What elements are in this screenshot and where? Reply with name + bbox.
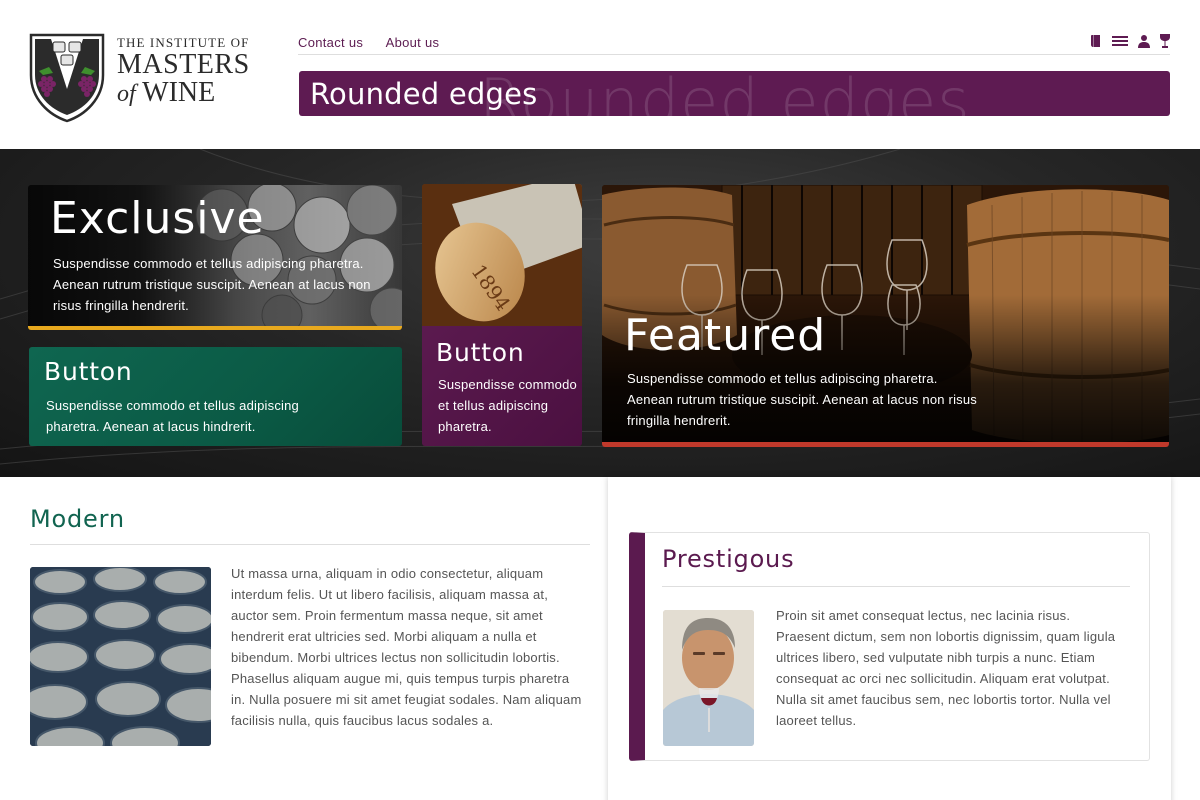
institute-logo[interactable]: THE INSTITUTE OF MASTERS of WINE: [29, 31, 269, 123]
hero-section: Exclusive Suspendisse commodo et tellus …: [0, 149, 1200, 477]
featured-tile[interactable]: Featured Suspendisse commodo et tellus a…: [602, 185, 1169, 447]
logo-line-institute: THE INSTITUTE OF: [117, 35, 250, 50]
nav-link-contact[interactable]: Contact us: [298, 35, 363, 50]
green-button-text: Suspendisse commodo et tellus adipiscing…: [46, 398, 299, 434]
rounded-edges-banner[interactable]: Rounded edges Rounded edges: [299, 71, 1170, 116]
purple-button-title: Button: [436, 338, 525, 367]
exclusive-tile[interactable]: Exclusive Suspendisse commodo et tellus …: [28, 185, 402, 330]
barrels-image: [30, 567, 211, 746]
green-button-tile[interactable]: Button Suspendisse commodo et tellus adi…: [29, 347, 402, 446]
site-header: THE INSTITUTE OF MASTERS of WINE Contact…: [0, 0, 1200, 149]
wine-taster-portrait: [663, 610, 754, 746]
nav-icon-group: [1089, 34, 1170, 48]
modern-text: Ut massa urna, aliquam in odio consectet…: [231, 566, 582, 728]
logo-wordmark: THE INSTITUTE OF MASTERS of WINE: [117, 36, 250, 107]
crest-icon: [29, 33, 105, 123]
prestigious-card: Prestigous Proin sit amet consequat lect…: [629, 532, 1150, 761]
featured-text: Suspendisse commodo et tellus adipiscing…: [627, 371, 977, 428]
cork-illustration: 1894: [422, 184, 582, 326]
prestigious-title: Prestigous: [662, 545, 1130, 587]
exclusive-text: Suspendisse commodo et tellus adipiscing…: [53, 256, 371, 313]
purple-button-tile[interactable]: Button Suspendisse commodo et tellus adi…: [422, 326, 582, 446]
top-navigation: Contact us About us: [298, 34, 1170, 55]
menu-icon[interactable]: [1112, 34, 1128, 48]
banner-ghost-text: Rounded edges: [479, 71, 971, 116]
modern-title: Modern: [30, 505, 590, 545]
cork-image: 1894: [422, 184, 582, 326]
prestigious-text: Proin sit amet consequat lectus, nec lac…: [776, 608, 1116, 728]
logo-of: of: [117, 81, 136, 107]
green-button-title: Button: [44, 357, 133, 386]
logo-line-masters: MASTERS: [117, 49, 250, 80]
modern-section: Modern Ut massa urna, aliquam in odio co…: [30, 505, 590, 746]
banner-title: Rounded edges: [310, 77, 538, 111]
purple-button-text: Suspendisse commodo et tellus adipiscing…: [438, 377, 577, 434]
wine-glass-icon[interactable]: [1160, 34, 1170, 48]
user-icon[interactable]: [1137, 34, 1151, 48]
nav-link-about[interactable]: About us: [386, 35, 440, 50]
exclusive-title: Exclusive: [50, 193, 265, 244]
book-icon[interactable]: [1089, 34, 1103, 48]
logo-line-wine: of WINE: [117, 79, 250, 107]
logo-wine: WINE: [142, 77, 216, 108]
featured-title: Featured: [624, 310, 827, 361]
